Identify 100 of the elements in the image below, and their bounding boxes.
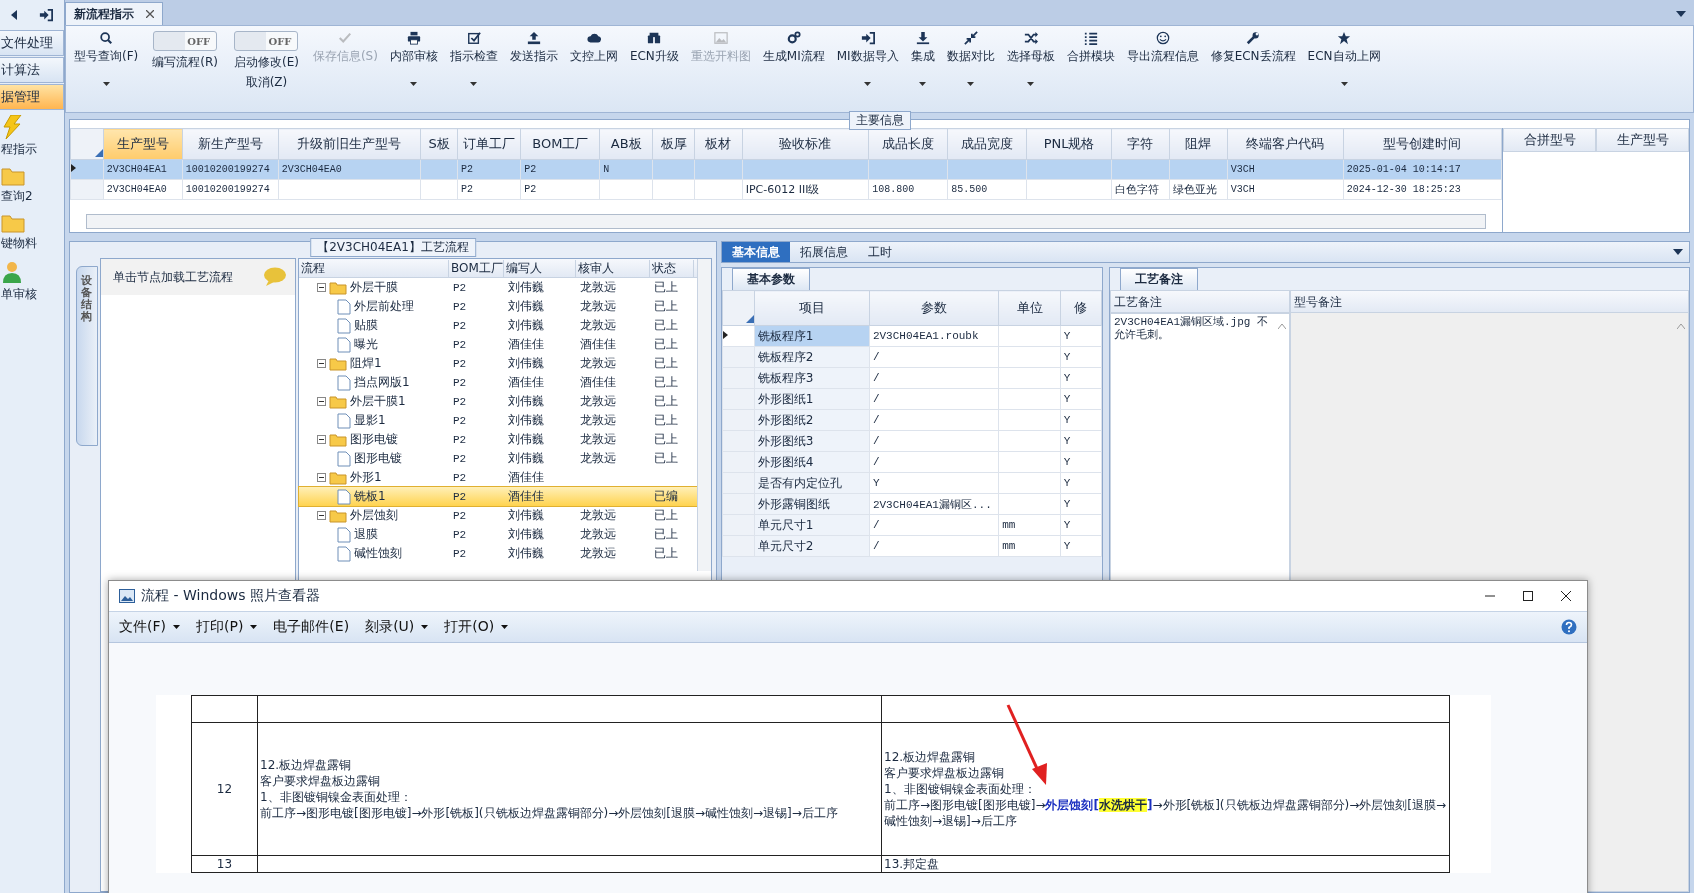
table-row[interactable]: 铣板程序2 / Y <box>722 346 1102 368</box>
tree-row[interactable]: 挡点网版1 P2 酒佳佳 酒佳佳 已上 <box>299 373 697 392</box>
column-header[interactable]: 修 <box>1060 290 1102 326</box>
toggle-switch[interactable]: OFF <box>234 31 299 51</box>
column-header[interactable]: 阻焊 <box>1169 128 1228 160</box>
tree-row[interactable]: 显影1 P2 刘伟巍 龙敦远 已上 <box>299 411 697 430</box>
tree-row[interactable]: 图形电镀 P2 刘伟巍 龙敦远 已上 <box>299 430 697 449</box>
scrollbar[interactable] <box>86 214 1486 229</box>
tree-row[interactable]: 图形电镀 P2 刘伟巍 龙敦远 已上 <box>299 449 697 468</box>
collapse-icon[interactable] <box>317 473 326 482</box>
side-tab[interactable]: 设备结构 <box>76 266 98 446</box>
back-icon[interactable] <box>10 10 18 20</box>
column-header[interactable]: AB板 <box>599 128 653 160</box>
column-header[interactable]: 合拼型号 <box>1503 128 1596 152</box>
column-header[interactable]: S板 <box>420 128 458 160</box>
table-row[interactable]: 外形图纸3 / Y <box>722 430 1102 452</box>
menu-item[interactable]: 打印(P) <box>196 618 258 636</box>
tab[interactable]: 拓展信息 <box>790 242 858 262</box>
toolbar-button[interactable]: 选择母板 <box>1002 29 1059 88</box>
sidebar-item[interactable]: 计算法 <box>0 57 64 83</box>
scroll-up-icon[interactable] <box>1278 324 1286 329</box>
column-header[interactable]: 终端客户代码 <box>1227 128 1344 160</box>
column-header[interactable]: 生产型号 <box>103 128 183 160</box>
table-row[interactable]: 单元尺寸2 / mm Y <box>722 535 1102 557</box>
column-header[interactable]: 型号创建时间 <box>1343 128 1502 160</box>
menu-item[interactable]: 文件(F) <box>119 618 180 636</box>
table-row[interactable]: 2V3CH04EA1 10010200199274 2V3CH04EA0 P2 P2 N V3CH 2025-01-04 10:14:17 <box>70 159 1502 180</box>
tree-row[interactable]: 阻焊1 P2 刘伟巍 龙敦远 已上 <box>299 354 697 373</box>
column-header[interactable]: BOM工厂 <box>449 259 504 277</box>
shortcut-label[interactable]: 程指示 <box>1 141 37 158</box>
table-row[interactable]: 外形图纸1 / Y <box>722 388 1102 410</box>
column-header[interactable]: BOM工厂 <box>520 128 600 160</box>
dropdown-icon[interactable] <box>1673 249 1683 255</box>
toolbar-button[interactable]: 发送指示 <box>505 29 562 67</box>
shortcut-label[interactable]: 键物料 <box>1 235 37 252</box>
column-header[interactable]: 板厚 <box>652 128 695 160</box>
maximize-icon[interactable] <box>1523 591 1533 601</box>
shortcut-label[interactable]: 单审核 <box>1 286 37 303</box>
sign-in-icon[interactable] <box>38 8 54 22</box>
toolbar-button[interactable]: 数据对比 <box>942 29 999 88</box>
panel-tab[interactable]: 基本参数 <box>732 268 810 290</box>
toggle-switch[interactable]: OFF <box>153 31 218 51</box>
sidebar-item[interactable]: 文件处理 <box>0 30 64 56</box>
toolbar-button[interactable]: 文控上网 <box>565 29 622 67</box>
table-row[interactable]: 铣板程序1 2V3CH04EA1.roubk Y <box>722 325 1102 347</box>
toolbar-button[interactable]: 修复ECN丢流程 <box>1206 29 1300 67</box>
toolbar-button[interactable]: 导出流程信息 <box>1122 29 1203 67</box>
close-icon[interactable] <box>1561 591 1571 601</box>
column-header[interactable]: 生产型号 <box>1596 128 1689 152</box>
shortcut-label[interactable]: 查询2 <box>1 188 33 205</box>
column-header[interactable]: 流程 <box>299 259 449 277</box>
column-header[interactable]: PNL规格 <box>1026 128 1112 160</box>
tree-row[interactable]: 碱性蚀刻 P2 刘伟巍 龙敦远 已上 <box>299 544 697 563</box>
tab[interactable]: 基本信息 <box>722 242 790 262</box>
panel-tab[interactable]: 工艺备注 <box>1120 268 1198 290</box>
table-row[interactable]: 单元尺寸1 / mm Y <box>722 514 1102 536</box>
tab[interactable]: 工时 <box>858 242 902 262</box>
column-header[interactable]: 核审人 <box>576 259 650 277</box>
table-row[interactable]: 2V3CH04EA0 10010200199274 P2 P2 IPC-6012 III级 108.800 85.500 白色字符 绿色亚光 V3CH 2024-12-30 18:25:23 <box>70 179 1502 200</box>
collapse-icon[interactable] <box>317 397 326 406</box>
help-icon[interactable] <box>1561 619 1577 635</box>
toolbar-button[interactable]: 型号查询(F) <box>70 29 143 88</box>
column-header[interactable]: 字符 <box>1111 128 1170 160</box>
sidebar-item[interactable]: 据管理 <box>0 84 64 110</box>
toolbar-button[interactable]: ECN升级 <box>625 29 683 67</box>
tree-row[interactable]: 退膜 P2 刘伟巍 龙敦远 已上 <box>299 525 697 544</box>
menu-item[interactable]: 刻录(U) <box>365 618 429 636</box>
column-header[interactable]: 新生产型号 <box>182 128 279 160</box>
tree-row[interactable]: 贴膜 P2 刘伟巍 龙敦远 已上 <box>299 316 697 335</box>
tree-row[interactable]: 外层干膜1 P2 刘伟巍 龙敦远 已上 <box>299 392 697 411</box>
column-header[interactable]: 状态 <box>650 259 694 277</box>
column-header[interactable]: 板材 <box>694 128 743 160</box>
table-row[interactable]: 外形图纸2 / Y <box>722 409 1102 431</box>
column-header[interactable]: 参数 <box>869 290 999 326</box>
close-icon[interactable] <box>146 10 154 18</box>
column-header[interactable]: 编写人 <box>504 259 576 277</box>
person-icon[interactable] <box>1 260 23 284</box>
column-header[interactable]: 项目 <box>754 290 870 326</box>
tree-row[interactable]: 铣板1 P2 酒佳佳 已编 <box>299 487 697 506</box>
tree-row[interactable]: 外形1 P2 酒佳佳 <box>299 468 697 487</box>
table-row[interactable]: 外形露铜图纸 2V3CH04EA1漏铜区... Y <box>722 493 1102 515</box>
toolbar-button[interactable]: 生成MI流程 <box>758 29 829 67</box>
tree-row[interactable]: 外层干膜 P2 刘伟巍 龙敦远 已上 <box>299 278 697 297</box>
dropdown-icon[interactable] <box>1676 11 1686 17</box>
tree-row[interactable]: 外层前处理 P2 刘伟巍 龙敦远 已上 <box>299 297 697 316</box>
toolbar-button[interactable]: MI数据导入 <box>832 29 903 88</box>
tree-row[interactable]: 外层蚀刻 P2 刘伟巍 龙敦远 已上 <box>299 506 697 525</box>
column-header[interactable]: 成品宽度 <box>947 128 1027 160</box>
column-header[interactable]: 升级前旧生产型号 <box>278 128 421 160</box>
table-row[interactable]: 外形图纸4 / Y <box>722 451 1102 473</box>
column-header[interactable]: 单位 <box>998 290 1061 326</box>
toolbar-button[interactable]: 合拼模块 <box>1062 29 1119 67</box>
toolbar-button[interactable]: 指示检查 <box>445 29 502 88</box>
menu-item[interactable]: 电子邮件(E) <box>273 618 350 636</box>
toolbar-button[interactable]: ECN自动上网 <box>1303 29 1385 88</box>
collapse-icon[interactable] <box>317 283 326 292</box>
collapse-icon[interactable] <box>317 435 326 444</box>
column-header[interactable]: 订单工厂 <box>457 128 521 160</box>
toolbar-button[interactable]: 内部审核 <box>385 29 442 88</box>
table-row[interactable]: 是否有内定位孔 Y Y <box>722 472 1102 494</box>
